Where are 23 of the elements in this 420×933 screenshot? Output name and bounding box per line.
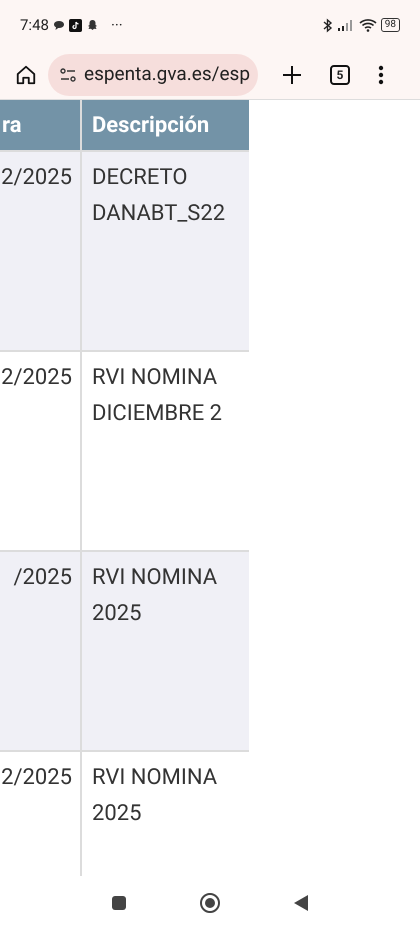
chat-icon	[52, 20, 65, 30]
ghost-icon	[86, 18, 99, 32]
tab-count-button[interactable]: 5	[330, 64, 350, 84]
menu-icon[interactable]	[378, 64, 384, 84]
home-nav-button[interactable]	[199, 892, 221, 914]
recent-apps-button[interactable]	[111, 895, 127, 911]
wifi-icon	[358, 18, 377, 32]
music-app-icon	[68, 18, 82, 32]
site-settings-icon[interactable]	[60, 68, 76, 82]
status-time: 7:48	[20, 14, 49, 36]
table-cell-text: RVI NOMINA DICIEMBRE 2	[91, 364, 224, 428]
table-cell-text: RVI NOMINA 2025	[91, 764, 218, 828]
url-text: espenta.gva.es/esp	[84, 61, 250, 88]
address-bar[interactable]: espenta.gva.es/esp	[48, 54, 258, 96]
more-notifications: ···	[110, 14, 123, 36]
table-cell: 2/2025	[0, 752, 82, 876]
battery-indicator: 98	[380, 18, 400, 32]
back-button[interactable]	[293, 894, 309, 912]
table-cell-text: DECRETO DANABT_S22	[91, 164, 226, 228]
bluetooth-icon	[322, 18, 333, 32]
table-cell-text: RVI NOMINA 2025	[91, 564, 218, 628]
column-header: Descripción	[91, 112, 210, 140]
signal-icon	[336, 19, 355, 31]
